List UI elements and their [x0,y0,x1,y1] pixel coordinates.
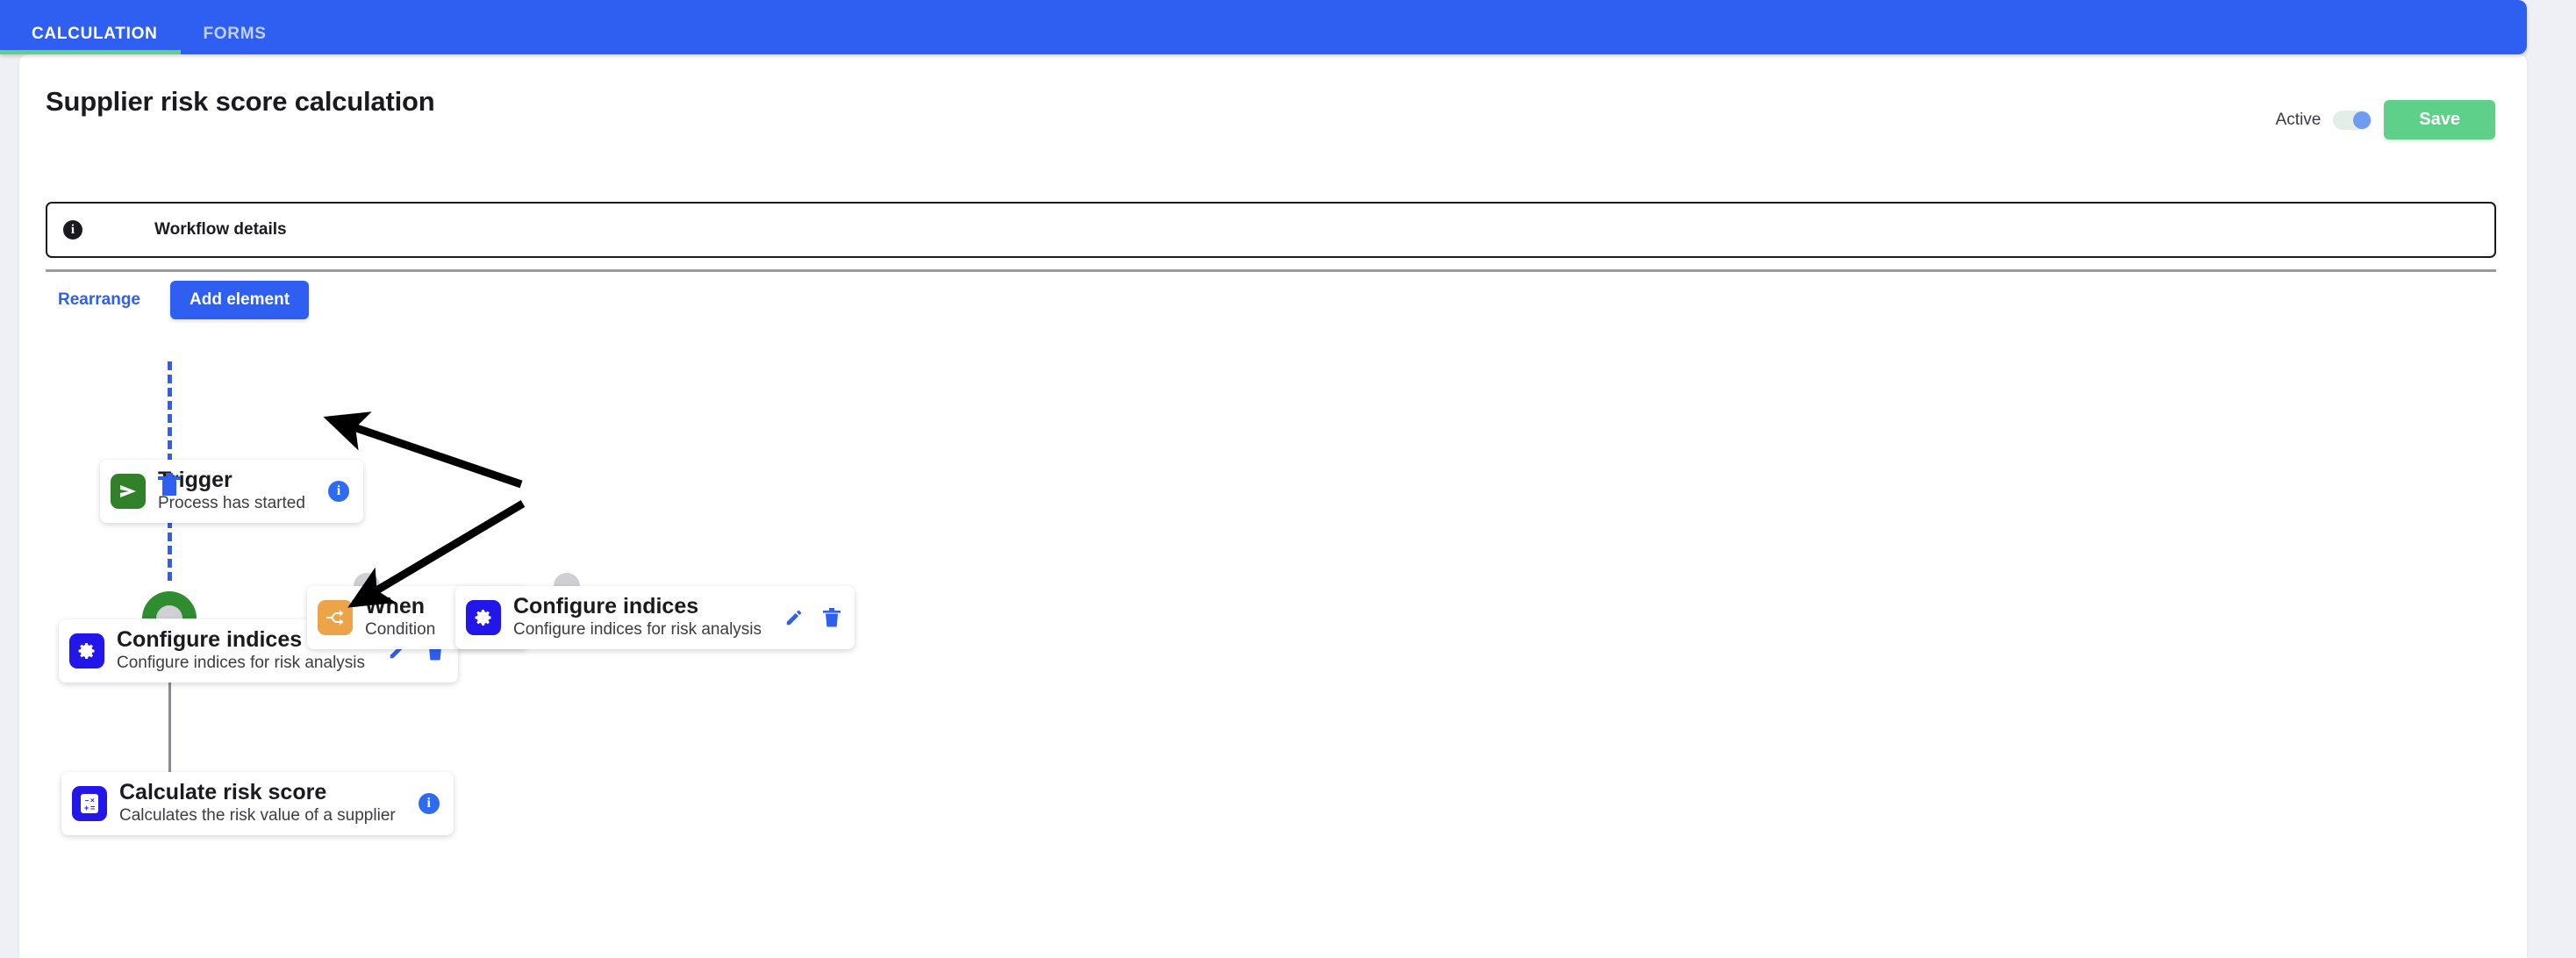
connector-delete-icon[interactable] [157,472,182,503]
node-calculate-risk-score[interactable]: − × + = Calculate risk score Calculates … [61,772,454,835]
top-tab-bar: CALCULATION FORMS [0,0,2527,54]
node-subtitle: Configure indices for risk analysis [513,620,762,639]
node-handle-top[interactable] [554,573,580,586]
node-subtitle: Condition [365,620,436,639]
svg-text:+: + [84,804,89,812]
node-trigger[interactable]: Trigger Process has started i [100,460,363,523]
active-label: Active [2275,110,2322,129]
branch-icon [318,599,353,635]
tab-calculation-label: CALCULATION [32,25,158,43]
edit-icon[interactable] [784,608,804,627]
calculator-icon: − × + = [72,785,107,821]
page-card: Supplier risk score calculation Active S… [19,54,2527,958]
node-title: When [365,594,426,618]
workflow-canvas: Trigger Process has started i Configure … [19,318,2527,958]
info-icon[interactable]: i [418,792,440,814]
node-title: Configure indices [513,594,699,618]
canvas-toolbar: Rearrange Add element [46,281,310,319]
delete-icon[interactable] [823,607,841,627]
node-actions [784,607,841,627]
svg-text:=: = [90,804,95,812]
gear-icon [69,633,104,668]
workflow-details-bar[interactable]: i Workflow details [46,202,2496,258]
page-title: Supplier risk score calculation [46,86,435,117]
node-when-text: When Condition [365,595,435,640]
info-icon: i [63,220,82,240]
info-icon[interactable]: i [327,480,349,502]
node-calculate-risk-score-text: Calculate risk score Calculates the risk… [119,781,396,826]
node-configure-indices-floating-text: Configure indices Configure indices for … [513,595,762,640]
rearrange-button[interactable]: Rearrange [46,285,153,315]
tab-calculation[interactable]: CALCULATION [0,25,181,54]
header-actions: Active Save [2276,100,2495,139]
divider [46,269,2496,272]
save-button[interactable]: Save [2384,100,2495,139]
node-title: Calculate risk score [119,780,327,804]
active-toggle-knob [2353,111,2372,129]
workflow-details-label: Workflow details [154,220,287,239]
active-toggle[interactable] [2333,110,2372,130]
add-element-button[interactable]: Add element [170,281,310,319]
tab-forms[interactable]: FORMS [181,25,290,54]
node-configure-indices-floating[interactable]: Configure indices Configure indices for … [455,586,855,649]
node-subtitle: Configure indices for risk analysis [117,654,366,672]
gear-icon [466,599,501,635]
drop-target-indicator[interactable] [142,591,197,618]
node-subtitle: Calculates the risk value of a supplier [119,806,396,825]
connector-configure-to-calculate-segment [168,665,171,784]
tab-forms-label: FORMS [203,25,267,43]
send-icon [111,473,146,509]
node-handle-top[interactable] [354,573,380,586]
